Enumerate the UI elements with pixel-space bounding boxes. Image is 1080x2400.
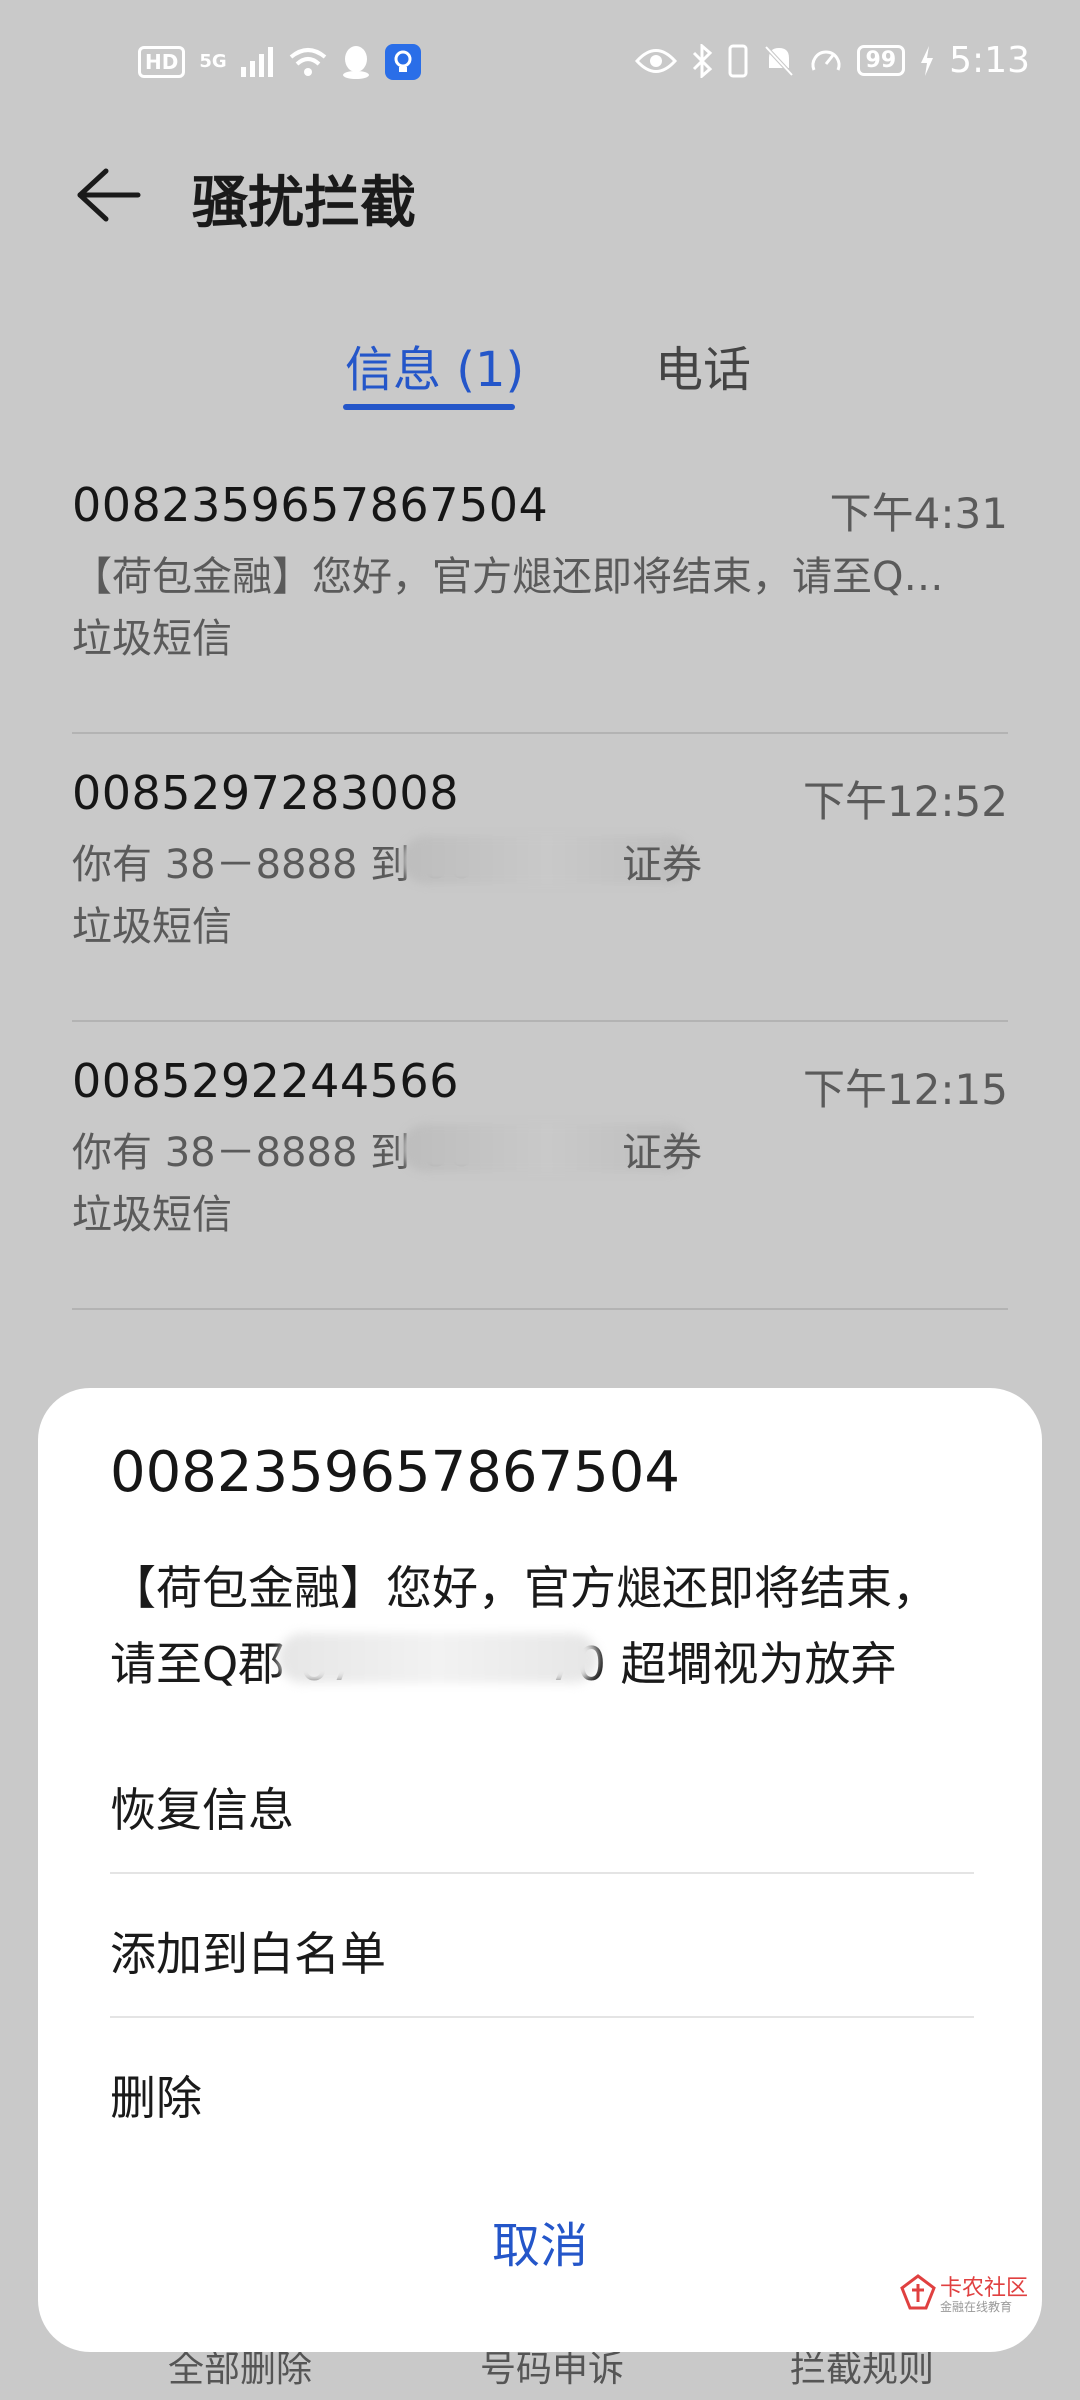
network-type-icon: 5G bbox=[199, 51, 227, 72]
lightbulb-icon bbox=[384, 44, 421, 80]
delete-button[interactable]: 删除 bbox=[110, 2018, 974, 2162]
wifi-icon bbox=[289, 48, 326, 76]
message-category-label: 垃圾短信 bbox=[72, 616, 232, 662]
app-header: 骚扰拦截 bbox=[0, 140, 1080, 250]
list-item[interactable]: 0082359657867504 下午4:31 【荷包金融】您好，官方煺还即将结… bbox=[72, 444, 1008, 734]
sheet-sender: 0082359657867504 bbox=[110, 1440, 681, 1505]
tab-bar: 信息 (1) 电话 bbox=[0, 320, 1080, 420]
watermark-subtext: 金融在线教育 bbox=[940, 2300, 1013, 2314]
mute-bell-icon bbox=[764, 45, 793, 76]
message-category-label: 垃圾短信 bbox=[72, 1192, 232, 1238]
battery-level: 99 bbox=[856, 45, 906, 76]
message-preview-tail: 证券 bbox=[622, 842, 702, 888]
watermark-logo-icon bbox=[900, 2274, 936, 2310]
message-sender: 0082359657867504 bbox=[72, 478, 549, 532]
message-time: 下午12:15 bbox=[802, 1065, 1008, 1114]
message-time: 下午12:52 bbox=[802, 777, 1008, 826]
list-item[interactable]: 0085292244566 下午12:15 你有 38－8888 到 86 证券… bbox=[72, 1020, 1008, 1310]
sheet-body-line1: 【荷包金融】您好，官方煺还即将结束， bbox=[110, 1561, 938, 1615]
charging-icon bbox=[921, 45, 934, 76]
message-category-label: 垃圾短信 bbox=[72, 904, 232, 950]
restore-message-label: 恢复信息 bbox=[110, 1783, 294, 1837]
add-to-whitelist-label: 添加到白名单 bbox=[110, 1927, 386, 1981]
back-arrow-icon[interactable] bbox=[72, 165, 142, 225]
message-sender: 0085292244566 bbox=[72, 1054, 459, 1108]
message-preview-tail: 证券 bbox=[622, 1130, 702, 1176]
message-time: 下午4:31 bbox=[829, 489, 1008, 538]
message-action-sheet: 0082359657867504 【荷包金融】您好，官方煺还即将结束， 请至Q郡… bbox=[38, 1388, 1042, 2352]
sheet-body-line2-end: 70 超墹视为放弃 bbox=[547, 1637, 897, 1691]
page-title: 骚扰拦截 bbox=[192, 171, 416, 236]
watermark: 卡农社区 金融在线教育 bbox=[900, 2266, 1030, 2326]
clock: 5:13 bbox=[949, 40, 1030, 81]
list-item[interactable]: 0085297283008 下午12:52 你有 38－8888 到 86 证券… bbox=[72, 732, 1008, 1022]
redacted-region bbox=[278, 1633, 598, 1683]
hd-icon: HD bbox=[138, 46, 186, 78]
status-bar-right: 99 5:13 bbox=[634, 40, 1030, 81]
tab-calls[interactable]: 电话 bbox=[655, 330, 751, 400]
cancel-button[interactable]: 取消 bbox=[38, 2206, 1042, 2276]
bluetooth-icon bbox=[692, 43, 712, 78]
delete-label: 删除 bbox=[110, 2071, 202, 2125]
speedometer-icon bbox=[811, 50, 841, 71]
add-to-whitelist-button[interactable]: 添加到白名单 bbox=[110, 1874, 974, 2018]
status-bar: HD 5G 99 5:13 bbox=[0, 0, 1080, 130]
qq-icon bbox=[342, 46, 369, 79]
message-preview: 【荷包金融】您好，官方煺还即将结束，请至Q… bbox=[72, 554, 944, 600]
restore-message-button[interactable]: 恢复信息 bbox=[110, 1730, 974, 1874]
eye-icon bbox=[634, 48, 677, 73]
vibrate-icon bbox=[728, 44, 748, 77]
tab-messages[interactable]: 信息 (1) bbox=[345, 330, 524, 400]
signal-icon bbox=[240, 47, 273, 77]
status-bar-left: HD 5G bbox=[138, 44, 421, 80]
message-sender: 0085297283008 bbox=[72, 766, 459, 820]
active-tab-indicator bbox=[343, 404, 515, 410]
